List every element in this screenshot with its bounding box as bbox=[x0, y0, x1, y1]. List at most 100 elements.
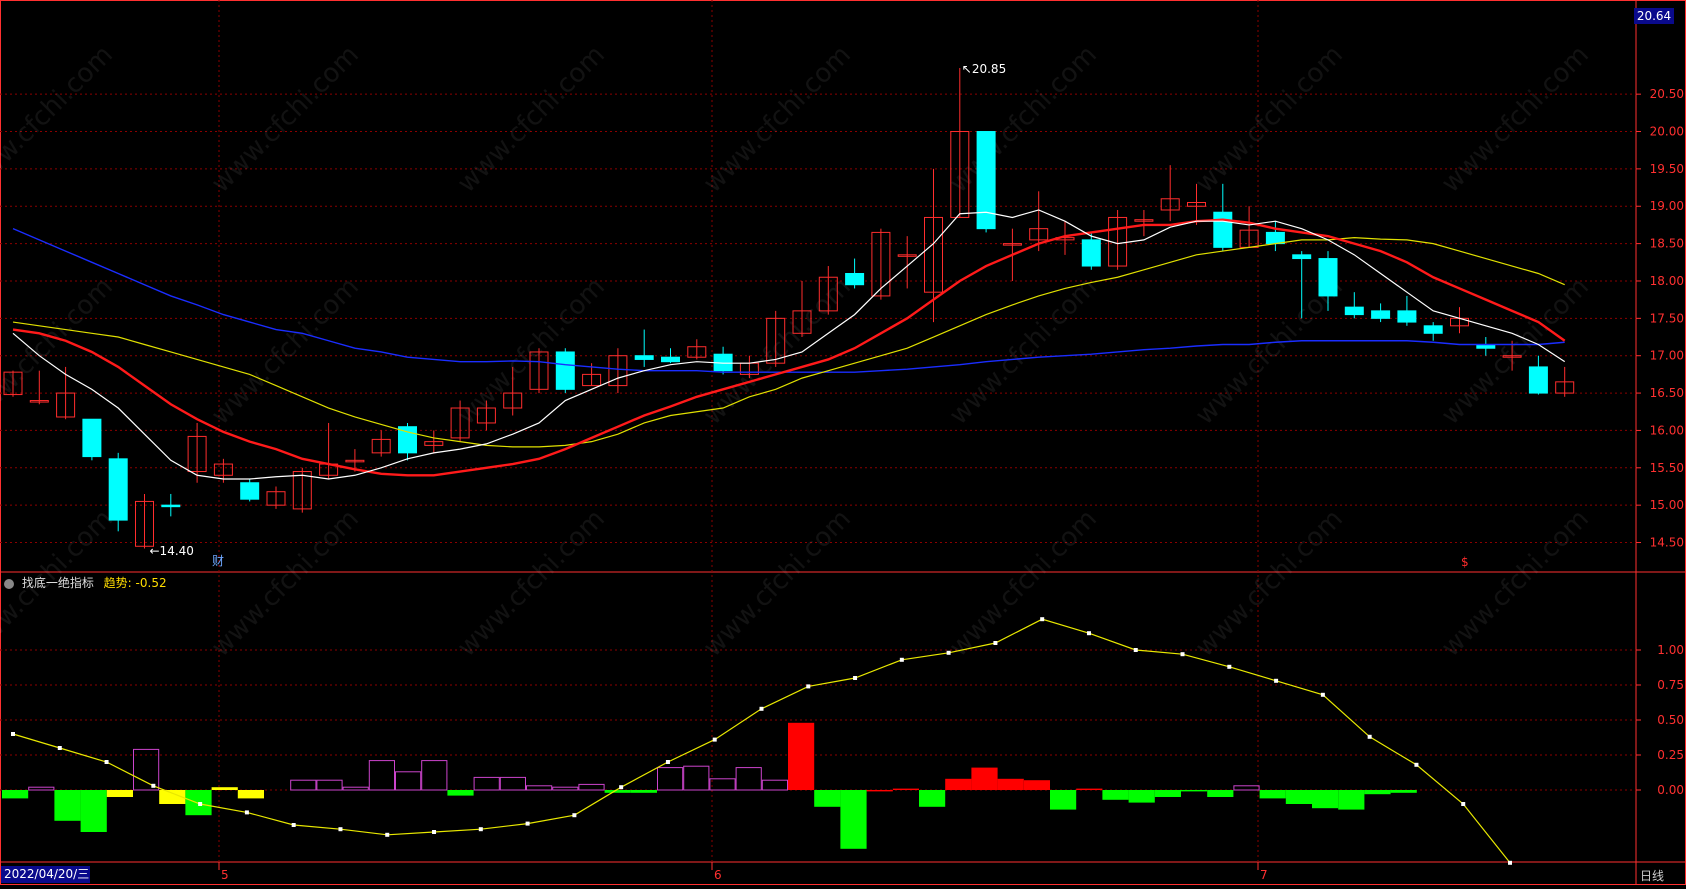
trend-point bbox=[11, 732, 15, 736]
candle-body bbox=[555, 351, 575, 390]
price-tick-label: 19.50 bbox=[1650, 162, 1684, 176]
indicator-tick-label: 1.00 bbox=[1657, 643, 1684, 657]
stock-chart[interactable]: 14.50 15.00 15.50 16.00 16.50 17.00 17.50 18.00… bbox=[0, 0, 1686, 885]
current-price-badge: 20.64 bbox=[1634, 8, 1674, 24]
indicator-bar bbox=[1390, 790, 1417, 793]
candle-body bbox=[108, 458, 128, 521]
indicator-bar bbox=[1102, 790, 1129, 800]
indicator-bar bbox=[604, 790, 631, 793]
candle-body bbox=[1081, 239, 1101, 267]
candle-body bbox=[845, 273, 865, 286]
trend-point bbox=[899, 657, 904, 662]
indicator-header: 找底一绝指标 趋势: -0.52 bbox=[4, 574, 167, 591]
watermark-text: www.cfchi.com bbox=[944, 504, 1103, 663]
trend-point bbox=[1227, 664, 1232, 669]
indicator-bar bbox=[578, 783, 605, 791]
candle-body bbox=[1528, 366, 1548, 394]
watermark-text: www.cfchi.com bbox=[698, 272, 857, 431]
indicator-bar bbox=[54, 790, 81, 821]
watermark-text: www.cfchi.com bbox=[698, 504, 857, 663]
candle-body bbox=[634, 355, 654, 360]
indicator-bar bbox=[1076, 788, 1103, 790]
indicator-bar bbox=[971, 767, 998, 790]
period-label[interactable]: 日线 bbox=[1640, 867, 1664, 884]
trend-point bbox=[1414, 762, 1419, 767]
trend-point bbox=[478, 827, 483, 832]
trend-point bbox=[1508, 860, 1512, 865]
indicator-bar bbox=[473, 776, 500, 791]
indicator-name: 找底一绝指标 bbox=[21, 576, 94, 590]
candle-body bbox=[1397, 310, 1417, 323]
candle-body bbox=[1344, 306, 1364, 316]
trend-point bbox=[104, 760, 109, 764]
indicator-bar bbox=[1050, 790, 1077, 810]
watermark-text: www.cfchi.com bbox=[1436, 504, 1595, 663]
trend-point bbox=[1133, 648, 1138, 652]
price-tick-label: 19.00 bbox=[1650, 199, 1684, 213]
indicator-bar bbox=[997, 778, 1024, 790]
indicator-bar bbox=[80, 790, 107, 832]
indicator-bar bbox=[1259, 790, 1286, 799]
price-tick-label: 16.00 bbox=[1650, 423, 1684, 437]
indicator-toggle-icon[interactable] bbox=[4, 578, 14, 589]
price-tick-label: 17.00 bbox=[1650, 349, 1684, 363]
low-price-annotation: ←14.40 bbox=[150, 544, 194, 558]
trend-point bbox=[1180, 652, 1185, 657]
trend-point bbox=[151, 783, 156, 788]
candle-body bbox=[1318, 258, 1338, 297]
indicator-bar bbox=[814, 790, 841, 807]
trend-point bbox=[619, 785, 624, 790]
candle-body bbox=[976, 131, 996, 230]
dividend-marker: $ bbox=[1461, 555, 1469, 569]
indicator-bar bbox=[526, 785, 553, 791]
indicator-bar bbox=[709, 778, 736, 791]
watermark-text: www.cfchi.com bbox=[0, 40, 119, 199]
indicator-bar bbox=[1128, 790, 1155, 803]
watermark-text: www.cfchi.com bbox=[944, 272, 1103, 431]
price-tick-label: 20.00 bbox=[1650, 125, 1684, 139]
chart-canvas[interactable]: 14.50 15.00 15.50 16.00 16.50 17.00 17.50 18.00… bbox=[0, 0, 1686, 885]
watermark-text: www.cfchi.com bbox=[206, 504, 365, 663]
trend-point bbox=[338, 827, 343, 832]
month-tick-label: 5 bbox=[221, 868, 229, 882]
indicator-bar bbox=[1233, 785, 1260, 791]
indicator-bar bbox=[211, 787, 238, 790]
watermark-text: www.cfchi.com bbox=[206, 272, 365, 431]
indicator-bar bbox=[840, 790, 867, 849]
candle-body bbox=[661, 356, 680, 363]
indicator-bar bbox=[1181, 790, 1208, 792]
trend-point bbox=[712, 737, 717, 742]
candle-body bbox=[1213, 211, 1233, 248]
trend-label: 趋势: bbox=[103, 576, 132, 590]
trend-point bbox=[385, 832, 390, 837]
trend-point bbox=[1040, 617, 1045, 622]
high-price-annotation: ↖20.85 bbox=[962, 62, 1006, 76]
indicator-bar bbox=[1154, 790, 1181, 797]
indicator-tick-label: 0.75 bbox=[1657, 678, 1684, 692]
price-tick-label: 18.50 bbox=[1650, 237, 1684, 251]
indicator-bar bbox=[1023, 780, 1050, 790]
watermark-text: www.cfchi.com bbox=[452, 272, 611, 431]
month-tick-label: 7 bbox=[1260, 868, 1268, 882]
indicator-bar bbox=[1364, 790, 1391, 795]
trend-point bbox=[1274, 678, 1279, 683]
watermark-text: www.cfchi.com bbox=[0, 272, 119, 431]
trend-point bbox=[525, 821, 530, 826]
watermark-text: www.cfchi.com bbox=[1190, 40, 1349, 199]
watermark-text: www.cfchi.com bbox=[698, 40, 857, 199]
price-tick-label: 18.00 bbox=[1650, 274, 1684, 288]
indicator-bar bbox=[1338, 790, 1365, 810]
watermark-text: www.cfchi.com bbox=[206, 40, 365, 199]
indicator-bar bbox=[761, 779, 788, 791]
trend-point bbox=[57, 746, 62, 750]
indicator-bar bbox=[2, 790, 29, 799]
indicator-bar bbox=[1312, 790, 1339, 809]
candle-body bbox=[1265, 231, 1285, 245]
trend-point bbox=[244, 810, 249, 815]
indicator-bar bbox=[316, 779, 343, 791]
trend-point bbox=[198, 802, 203, 806]
indicator-bar bbox=[395, 771, 422, 791]
price-tick-label: 15.50 bbox=[1650, 461, 1684, 475]
candle-body bbox=[1423, 325, 1443, 334]
trend-point bbox=[993, 641, 998, 645]
